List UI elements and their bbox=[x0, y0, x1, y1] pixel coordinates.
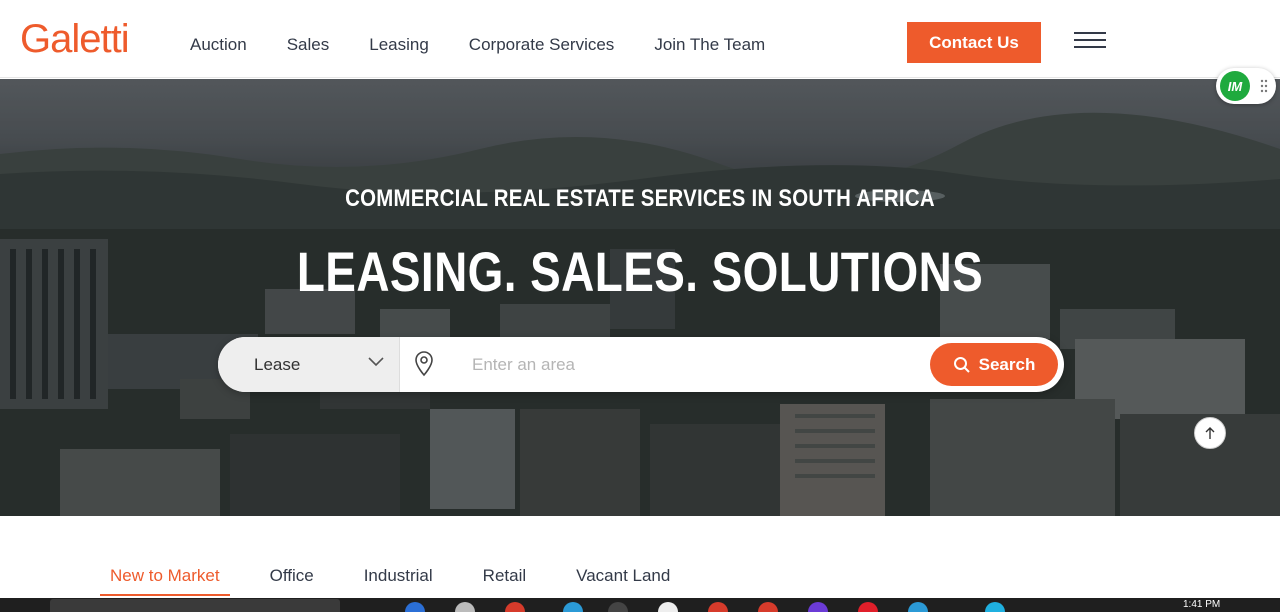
galetti-logo[interactable]: Galetti bbox=[20, 14, 130, 64]
hero-title: LEASING. SALES. SOLUTIONS bbox=[296, 240, 984, 303]
taskbar-app-icon[interactable] bbox=[405, 602, 425, 612]
nav-item-auction[interactable]: Auction bbox=[190, 35, 247, 55]
taskbar-app-icon[interactable] bbox=[908, 602, 928, 612]
nav-item-corporate-services[interactable]: Corporate Services bbox=[469, 35, 615, 55]
search-icon bbox=[953, 356, 970, 373]
property-search-bar: Lease Search bbox=[218, 337, 1064, 392]
taskbar-app-icon[interactable] bbox=[455, 602, 475, 612]
taskbar-app-icon[interactable] bbox=[505, 602, 525, 612]
listing-category-tabs: New to Market Office Industrial Retail V… bbox=[100, 566, 710, 596]
site-header: Galetti Auction Sales Leasing Corporate … bbox=[0, 0, 1280, 78]
listing-type-select[interactable]: Lease bbox=[218, 337, 400, 392]
tab-new-to-market[interactable]: New to Market bbox=[100, 566, 230, 596]
tab-retail[interactable]: Retail bbox=[473, 566, 536, 596]
location-pin-icon bbox=[415, 351, 433, 377]
taskbar-app-icon[interactable] bbox=[608, 602, 628, 612]
search-button[interactable]: Search bbox=[930, 343, 1058, 386]
tab-industrial[interactable]: Industrial bbox=[354, 566, 443, 596]
tab-office[interactable]: Office bbox=[260, 566, 324, 596]
contact-us-button[interactable]: Contact Us bbox=[907, 22, 1041, 63]
tab-vacant-land[interactable]: Vacant Land bbox=[566, 566, 680, 596]
taskbar-app-icon[interactable] bbox=[808, 602, 828, 612]
listing-type-value: Lease bbox=[254, 354, 301, 374]
arrow-up-icon bbox=[1205, 427, 1215, 439]
taskbar-app-icon[interactable] bbox=[985, 602, 1005, 612]
hero-banner: COMMERCIAL REAL ESTATE SERVICES IN SOUTH… bbox=[0, 79, 1280, 516]
main-nav: Auction Sales Leasing Corporate Services… bbox=[190, 35, 765, 55]
search-button-label: Search bbox=[978, 354, 1036, 374]
drag-grip-icon[interactable] bbox=[1260, 79, 1268, 93]
hamburger-icon[interactable] bbox=[1074, 32, 1106, 50]
nav-item-leasing[interactable]: Leasing bbox=[369, 35, 429, 55]
nav-item-join-the-team[interactable]: Join The Team bbox=[654, 35, 765, 55]
os-taskbar: 1:41 PM bbox=[0, 598, 1280, 612]
extension-widget[interactable]: IM bbox=[1216, 68, 1276, 104]
nav-item-sales[interactable]: Sales bbox=[287, 35, 330, 55]
area-search-input[interactable] bbox=[472, 349, 902, 381]
extension-badge: IM bbox=[1220, 71, 1250, 101]
taskbar-clock[interactable]: 1:41 PM bbox=[1183, 599, 1220, 610]
taskbar-app-icon[interactable] bbox=[563, 602, 583, 612]
chevron-down-icon bbox=[368, 357, 384, 367]
taskbar-search-box[interactable] bbox=[50, 599, 340, 612]
scroll-to-top-button[interactable] bbox=[1194, 417, 1226, 449]
hero-subtitle: COMMERCIAL REAL ESTATE SERVICES IN SOUTH… bbox=[345, 185, 935, 212]
taskbar-app-icon[interactable] bbox=[708, 602, 728, 612]
taskbar-app-icon[interactable] bbox=[858, 602, 878, 612]
taskbar-app-icon[interactable] bbox=[758, 602, 778, 612]
taskbar-app-icon[interactable] bbox=[658, 602, 678, 612]
